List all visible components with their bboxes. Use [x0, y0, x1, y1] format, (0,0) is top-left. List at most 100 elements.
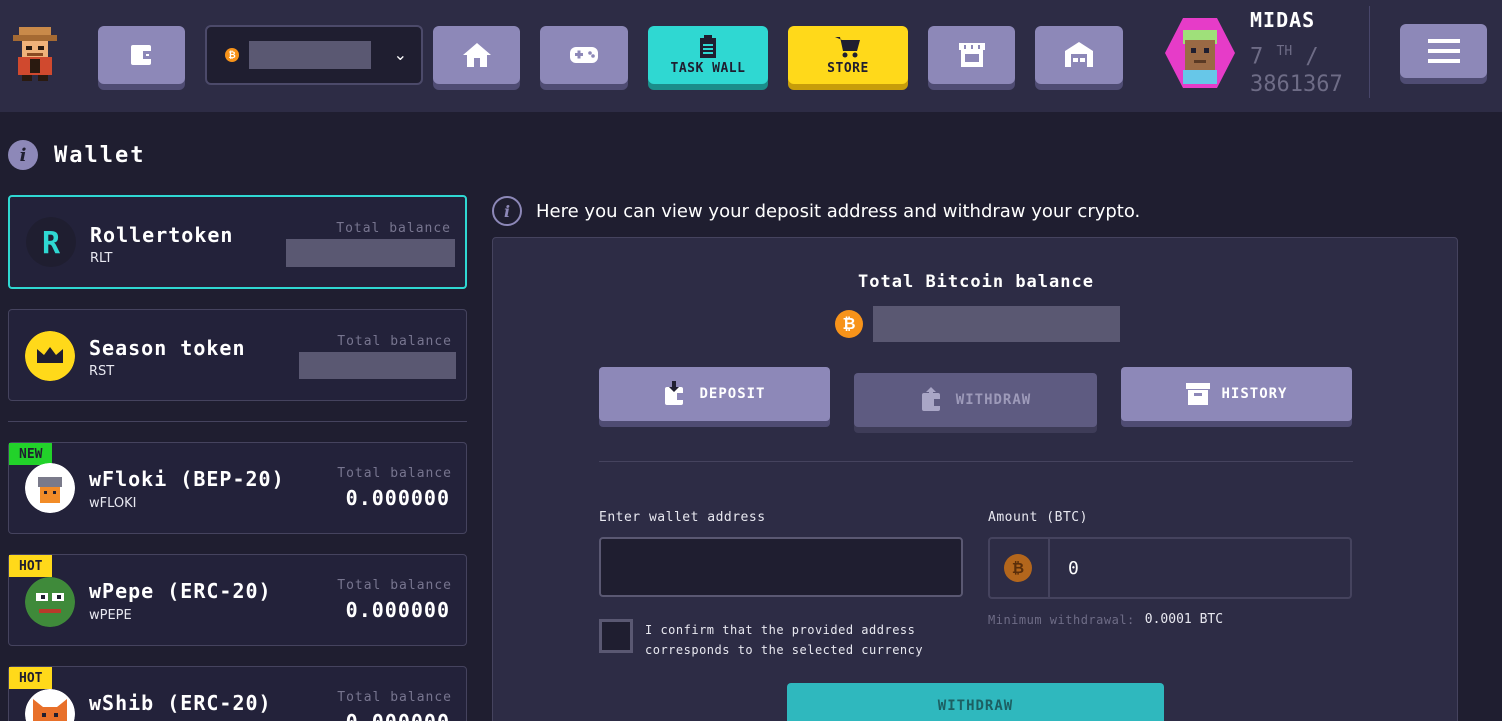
token-name: wFloki (BEP-20) — [89, 467, 285, 491]
balance-label: Total balance — [337, 690, 452, 705]
hot-badge: HOT — [9, 667, 53, 689]
withdraw-tab-button[interactable]: WITHDRAW — [854, 373, 1097, 427]
crown-icon — [25, 331, 75, 381]
rollertoken-icon: R — [26, 217, 76, 267]
rank-suffix: TH — [1276, 44, 1293, 59]
token-card-wpepe[interactable]: HOT wPepe (ERC-20) wPEPE Total balance 0… — [8, 554, 467, 646]
bitcoin-icon: ₿ — [835, 310, 863, 338]
wallet-button[interactable] — [98, 26, 185, 84]
balance-label: Total balance — [337, 334, 452, 349]
balance-redacted — [286, 239, 455, 267]
page-title: Wallet — [54, 142, 146, 168]
home-icon — [462, 43, 491, 67]
minimum-withdrawal-value: 0.0001 BTC — [1144, 612, 1224, 627]
user-rank: 7 TH / 3861367 — [1250, 38, 1343, 99]
panel-info: i Here you can view your deposit address… — [492, 196, 1140, 226]
token-name: Season token — [89, 336, 246, 360]
token-card-wfloki[interactable]: NEW wFloki (BEP-20) wFLOKI Total balance… — [8, 442, 467, 534]
token-symbol: wPEPE — [89, 608, 132, 623]
wallet-icon — [130, 45, 153, 65]
logo-icon[interactable] — [10, 27, 60, 81]
balance-value: 0.000000 — [345, 598, 450, 622]
wallet-panel: Total Bitcoin balance ₿ DEPOSIT WITHDRAW… — [492, 237, 1458, 721]
wallet-address-input[interactable] — [599, 537, 963, 597]
confirm-checkbox[interactable] — [599, 619, 633, 653]
new-badge: NEW — [9, 443, 53, 465]
balance-value: 0.000000 — [345, 486, 450, 510]
minimum-withdrawal: Minimum withdrawal: 0.0001 BTC — [988, 612, 1223, 627]
withdraw-icon — [921, 387, 944, 411]
top-bar: ₿ ⌄ TASK WALL STORE MIDAS 7 TH / 3861367 — [0, 0, 1502, 112]
token-name: wShib (ERC-20) — [89, 691, 272, 715]
page-header: i Wallet — [8, 140, 145, 170]
panel-title: Total Bitcoin balance — [858, 272, 1094, 292]
header-divider — [1369, 6, 1370, 98]
rank-position: 7 — [1250, 44, 1264, 70]
warehouse-button[interactable] — [1035, 26, 1123, 84]
balance-value: 0.000000 — [346, 710, 450, 721]
token-name: wPepe (ERC-20) — [89, 579, 272, 603]
currency-balance-redacted — [249, 41, 371, 69]
token-symbol: wFLOKI — [89, 496, 137, 511]
marketplace-button[interactable] — [928, 26, 1015, 84]
marketplace-icon — [958, 43, 985, 67]
rank-total: 3861367 — [1250, 72, 1343, 98]
amount-value[interactable]: 0 — [1068, 558, 1079, 579]
minimum-withdrawal-label: Minimum withdrawal: — [988, 612, 1135, 627]
bitcoin-balance: ₿ — [835, 306, 1120, 342]
balance-label: Total balance — [337, 466, 452, 481]
floki-icon — [25, 463, 75, 513]
shib-icon — [25, 689, 75, 721]
token-card-rollertoken[interactable]: R Rollertoken RLT Total balance — [8, 195, 467, 289]
games-button[interactable] — [540, 26, 628, 84]
bitcoin-icon: ₿ — [225, 48, 239, 62]
pepe-icon — [25, 577, 75, 627]
token-symbol: RST — [89, 364, 115, 379]
chevron-down-icon: ⌄ — [393, 45, 407, 64]
confirm-text: I confirm that the provided address corr… — [645, 623, 924, 657]
balance-label: Total balance — [336, 221, 451, 236]
warehouse-icon — [1065, 42, 1093, 67]
balance-redacted — [299, 352, 456, 379]
withdraw-label: WITHDRAW — [955, 392, 1032, 408]
panel-info-text: Here you can view your deposit address a… — [536, 200, 1141, 222]
address-label: Enter wallet address — [599, 510, 766, 525]
menu-button[interactable] — [1400, 24, 1487, 78]
balance-label: Total balance — [337, 578, 452, 593]
deposit-button[interactable]: DEPOSIT — [599, 367, 830, 421]
user-avatar[interactable] — [1163, 16, 1237, 90]
home-button[interactable] — [433, 26, 520, 84]
svg-text:R: R — [42, 226, 61, 261]
history-label: HISTORY — [1221, 386, 1288, 402]
task-wall-label: TASK WALL — [670, 60, 746, 76]
task-wall-button[interactable]: TASK WALL — [648, 26, 768, 84]
amount-label: Amount (BTC) — [988, 510, 1088, 525]
panel-divider — [599, 461, 1353, 462]
info-icon[interactable]: i — [8, 140, 38, 170]
archive-icon — [1186, 383, 1211, 405]
token-list-divider — [8, 421, 467, 422]
bitcoin-icon: ₿ — [1004, 554, 1032, 582]
rank-separator: / — [1305, 44, 1319, 70]
token-name: Rollertoken — [90, 223, 234, 247]
amount-separator — [1048, 539, 1050, 597]
withdraw-submit-label: WITHDRAW — [937, 698, 1014, 714]
store-button[interactable]: STORE — [788, 26, 908, 84]
amount-field[interactable]: ₿ 0 — [988, 537, 1352, 599]
withdraw-submit-button[interactable]: WITHDRAW — [787, 683, 1164, 721]
username: MIDAS — [1250, 8, 1316, 32]
store-label: STORE — [827, 60, 869, 76]
history-button[interactable]: HISTORY — [1121, 367, 1352, 421]
deposit-icon — [665, 381, 688, 405]
token-symbol: RLT — [90, 251, 113, 266]
token-card-season[interactable]: Season token RST Total balance — [8, 309, 467, 401]
hot-badge: HOT — [9, 555, 53, 577]
deposit-label: DEPOSIT — [699, 386, 766, 402]
currency-select[interactable]: ₿ ⌄ — [205, 25, 423, 85]
bitcoin-balance-redacted — [873, 306, 1120, 342]
menu-icon — [1427, 39, 1460, 63]
cart-icon — [835, 36, 860, 57]
token-card-wshib[interactable]: HOT wShib (ERC-20) Total balance 0.00000… — [8, 666, 467, 721]
gamepad-icon — [570, 47, 598, 63]
info-icon[interactable]: i — [492, 196, 522, 226]
